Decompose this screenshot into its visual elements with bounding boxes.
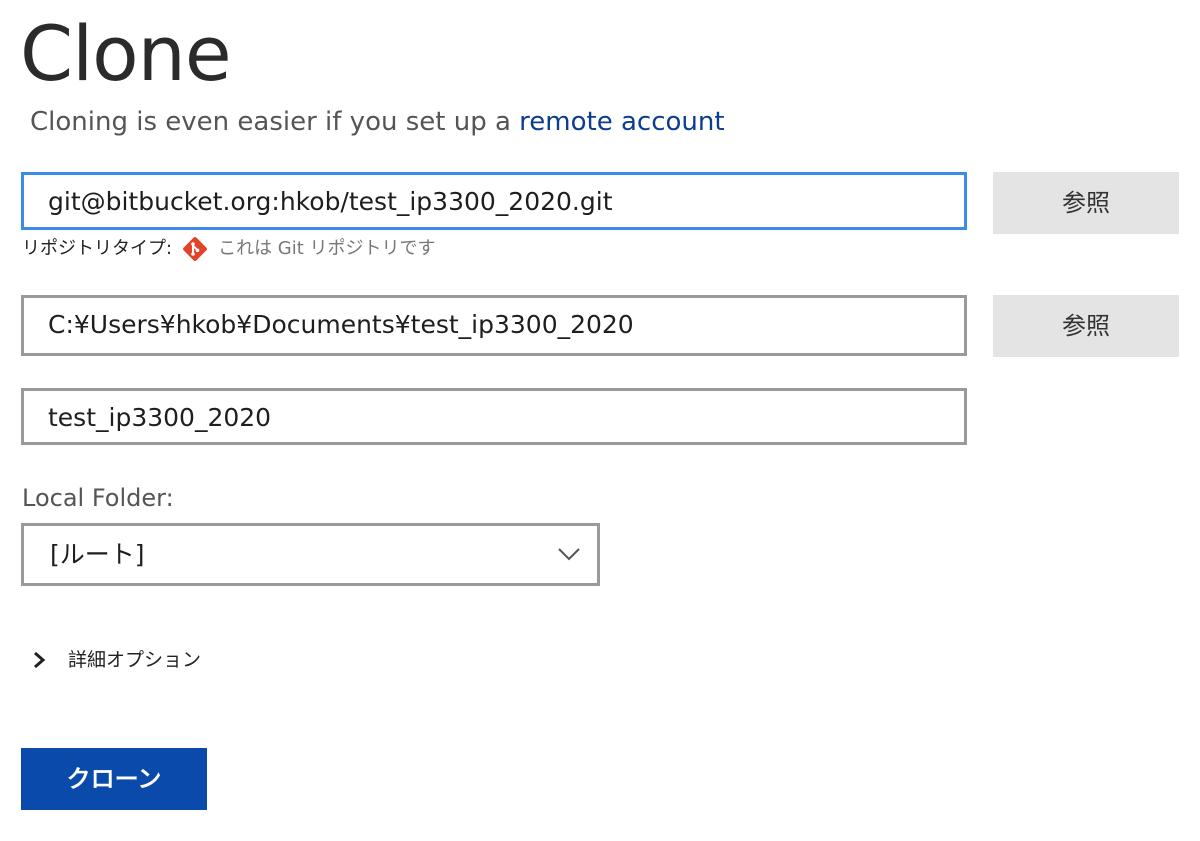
page-title: Clone — [20, 9, 232, 98]
page-subtitle: Cloning is even easier if you set up a r… — [30, 104, 725, 140]
local-folder-select[interactable]: [ルート] — [21, 523, 600, 586]
clone-page: Clone Cloning is even easier if you set … — [0, 0, 1200, 841]
git-icon — [182, 236, 208, 262]
source-url-input[interactable]: git@bitbucket.org:hkob/test_ip3300_2020.… — [21, 172, 967, 230]
advanced-options-label: 詳細オプション — [68, 649, 202, 671]
local-folder-selected: [ルート] — [50, 540, 145, 569]
chevron-right-icon — [34, 651, 46, 669]
name-input[interactable]: test_ip3300_2020 — [21, 388, 967, 445]
repo-type-label: リポジトリタイプ: — [22, 238, 173, 259]
browse-destination-button[interactable]: 参照 — [993, 295, 1179, 357]
clone-button[interactable]: クローン — [21, 748, 207, 810]
local-folder-label: Local Folder: — [22, 484, 174, 512]
destination-path-input[interactable]: C:¥Users¥hkob¥Documents¥test_ip3300_2020 — [21, 295, 967, 356]
repo-type-indicator: リポジトリタイプ: これは Git リポジトリです — [22, 234, 436, 264]
repo-type-message: これは Git リポジトリです — [218, 238, 436, 259]
advanced-options-toggle[interactable]: 詳細オプション — [32, 644, 201, 676]
browse-source-button[interactable]: 参照 — [993, 172, 1179, 234]
subtitle-text: Cloning is even easier if you set up a — [30, 107, 520, 137]
remote-account-link[interactable]: remote account — [519, 107, 724, 137]
chevron-down-icon — [558, 548, 580, 561]
